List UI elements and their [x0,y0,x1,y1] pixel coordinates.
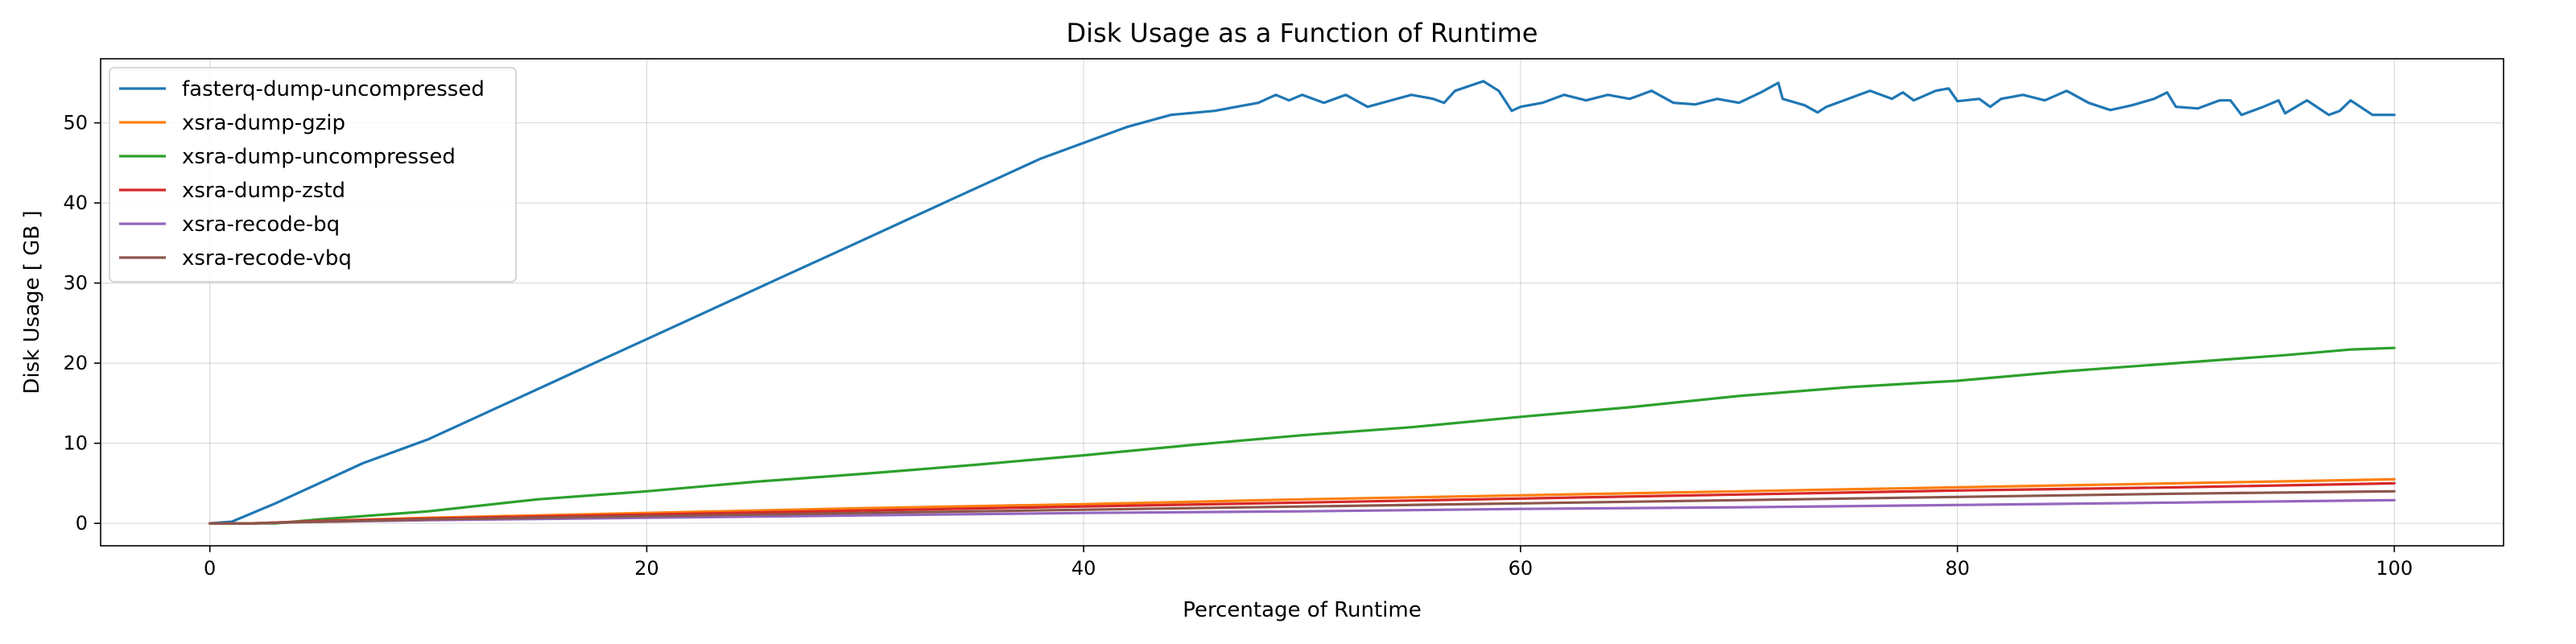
x-tick-label: 80 [1945,557,1970,580]
y-tick-label: 0 [76,512,88,535]
legend-label-fasterq-dump-uncompressed: fasterq-dump-uncompressed [182,77,485,101]
legend-label-xsra-recode-bq: xsra-recode-bq [182,213,340,237]
y-tick-label: 10 [63,432,88,455]
y-tick-label: 40 [63,192,88,214]
legend-label-xsra-dump-uncompressed: xsra-dump-uncompressed [182,145,456,169]
x-tick-label: 40 [1071,557,1096,580]
legend-label-xsra-dump-gzip: xsra-dump-gzip [182,111,345,135]
x-tick-label: 100 [2376,557,2413,580]
y-axis-label: Disk Usage [ GB ] [20,210,44,394]
legend-label-xsra-dump-zstd: xsra-dump-zstd [182,179,345,203]
x-tick-label: 0 [204,557,216,580]
x-tick-label: 20 [634,557,659,580]
y-tick-label: 50 [63,112,88,134]
chart-title: Disk Usage as a Function of Runtime [1067,18,1538,48]
y-tick-label: 20 [63,352,88,374]
x-tick-label: 60 [1509,557,1534,580]
y-tick-label: 30 [63,272,88,295]
chart: 0 20 40 60 80 100 0 10 20 30 40 50 Disk Usage as a… [0,0,2576,644]
legend-label-xsra-recode-vbq: xsra-recode-vbq [182,246,352,270]
legend: fasterq-dump-uncompressed xsra-dump-gzip x… [109,67,517,283]
x-axis-label: Percentage of Runtime [1183,598,1421,622]
